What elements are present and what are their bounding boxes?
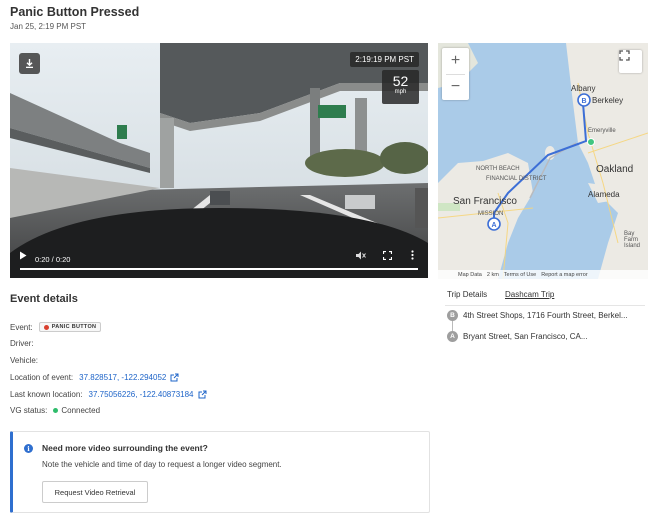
map-footer: Map Data 2 km Terms of Use Report a map … [438, 270, 648, 279]
download-button[interactable] [19, 53, 40, 74]
tabs-divider [445, 305, 645, 306]
map-scale: 2 km [486, 271, 499, 278]
tab-dashcam-trip[interactable]: Dashcam Trip [505, 290, 554, 299]
location-row: Location of event: 37.828517, -122.29405… [10, 373, 179, 382]
stop-marker-a: A [447, 331, 458, 342]
video-more-button[interactable] [411, 247, 414, 265]
panic-button-badge: PANIC BUTTON [38, 322, 102, 332]
vehicle-row: Vehicle: [10, 356, 44, 365]
request-video-retrieval-button[interactable]: Request Video Retrieval [42, 481, 148, 503]
event-details-heading: Event details [10, 293, 78, 305]
fullscreen-icon [382, 250, 393, 261]
download-icon [26, 59, 33, 68]
map-report-link[interactable]: Report a map error [541, 272, 587, 278]
panic-dot [43, 324, 49, 330]
event-type-label: Event: [10, 322, 33, 332]
speed-overlay: 52 mph [382, 70, 419, 104]
map-label-berkeley: Berkeley [592, 96, 624, 105]
map-label-emeryville: Emeryville [588, 128, 616, 134]
map-label-mission: MISSION [478, 211, 504, 217]
stop-label: 4th Street Shops, 1716 Fourth Street, Be… [463, 311, 628, 320]
trip-map[interactable]: A B + − Albany Berkeley Emeryville Oakla… [438, 43, 648, 279]
last-known-link[interactable]: 37.75056226, -122.40873184 [89, 390, 194, 399]
callout-heading: Need more video surrounding the event? [42, 443, 208, 453]
map-fullscreen-button[interactable] [619, 50, 642, 73]
speed-unit: mph [394, 89, 407, 95]
video-frame [10, 43, 428, 278]
map-terms-link[interactable]: Terms of Use [504, 272, 536, 278]
connected-dot [53, 408, 59, 413]
speed-value: 52 [392, 73, 409, 89]
page-title: Panic Button Pressed [10, 5, 140, 19]
map-label-bay-farm: Bay Farm Island [624, 231, 641, 249]
badge-text: PANIC BUTTON [51, 324, 97, 330]
external-link-icon [170, 373, 179, 382]
trip-stop-start: A Bryant Street, San Francisco, CA... [447, 331, 588, 342]
more-vertical-icon [411, 250, 414, 260]
stop-marker-b: B [447, 310, 458, 321]
video-request-callout: i Need more video surrounding the event?… [10, 431, 430, 513]
map-data-link[interactable]: Map Data [458, 272, 482, 278]
map-marker-end-label: B [581, 98, 586, 105]
video-progress-bar[interactable] [20, 268, 418, 270]
event-timestamp: Jan 25, 2:19 PM PST [10, 22, 87, 31]
video-fullscreen-button[interactable] [382, 247, 393, 265]
vehicle-label: Vehicle: [10, 356, 39, 365]
map-marker-start-label: A [491, 222, 496, 229]
stop-connector [452, 321, 453, 331]
zoom-in-button[interactable]: + [442, 48, 469, 74]
volume-icon [356, 251, 366, 260]
last-known-label: Last known location: [10, 390, 83, 399]
map-label-oakland: Oakland [596, 164, 634, 175]
trip-stop-end: B 4th Street Shops, 1716 Fourth Street, … [447, 310, 628, 321]
external-link-button[interactable] [198, 390, 207, 399]
event-type-row: Event: PANIC BUTTON [10, 322, 102, 332]
video-timestamp-overlay: 2:19:19 PM PST [350, 52, 419, 67]
map-label-albany: Albany [571, 84, 596, 93]
fullscreen-icon [619, 50, 630, 61]
tab-trip-details[interactable]: Trip Details [447, 290, 487, 299]
location-link[interactable]: 37.828517, -122.294052 [79, 373, 166, 382]
zoom-out-button[interactable]: − [442, 74, 469, 100]
external-link-button[interactable] [170, 373, 179, 382]
map-label-north-beach: NORTH BEACH [476, 166, 520, 172]
play-icon [20, 251, 27, 260]
video-controls: 0:20 / 0:20 [10, 248, 428, 278]
video-time: 0:20 / 0:20 [35, 255, 71, 264]
driver-row: Driver: [10, 339, 40, 348]
mute-button[interactable] [356, 247, 366, 265]
info-icon: i [24, 444, 33, 453]
play-button[interactable] [19, 247, 27, 265]
dashcam-video[interactable]: 2:19:19 PM PST 52 mph 0:20 / 0:20 [10, 43, 428, 278]
location-label: Location of event: [10, 373, 74, 382]
map-zoom-control: + − [442, 48, 469, 100]
last-known-row: Last known location: 37.75056226, -122.4… [10, 390, 207, 399]
vg-status-row: VG status: Connected [10, 406, 100, 415]
vg-status-value: Connected [61, 406, 101, 415]
map-label-alameda: Alameda [588, 190, 620, 199]
driver-label: Driver: [10, 339, 34, 348]
map-label-financial: FINANCIAL DISTRICT [486, 176, 547, 182]
callout-body: Note the vehicle and time of day to requ… [42, 460, 282, 469]
vg-status-label: VG status: [10, 406, 48, 415]
map-label-san-francisco: San Francisco [453, 196, 517, 207]
stop-label: Bryant Street, San Francisco, CA... [463, 332, 588, 341]
external-link-icon [198, 390, 206, 399]
map-canvas: A B [438, 43, 648, 279]
